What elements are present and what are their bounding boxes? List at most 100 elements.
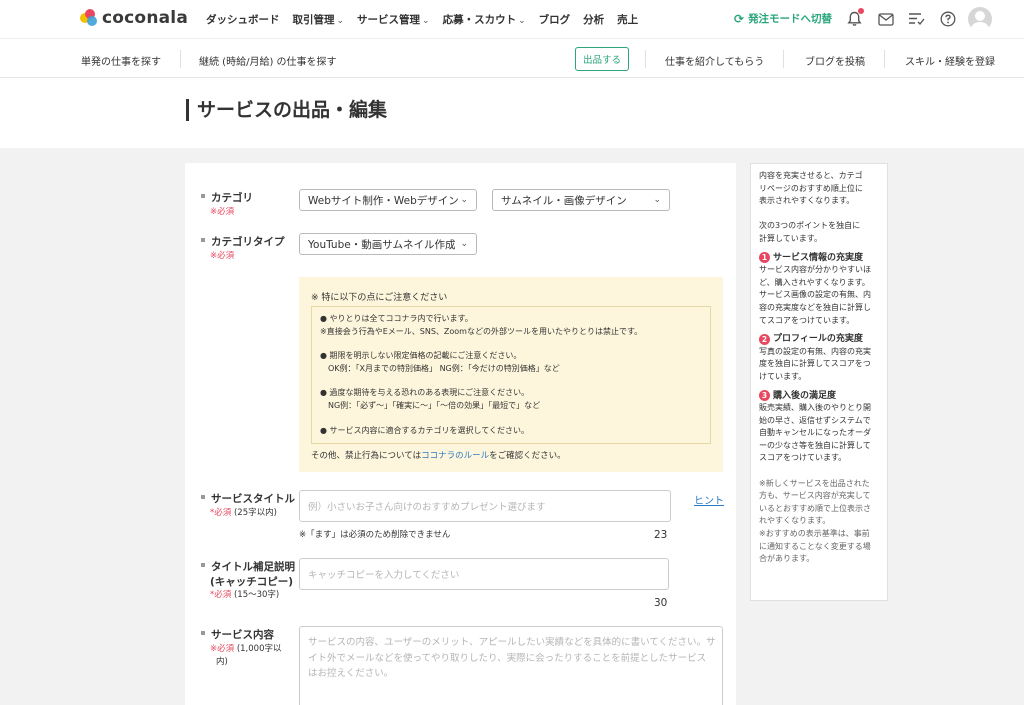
find-continuous-jobs-link[interactable]: 継続 (時給/月給) の仕事を探す — [199, 53, 337, 68]
category-label: カテゴリ — [201, 190, 253, 205]
category-select-main[interactable]: Webサイト制作・Webデザイン ⌄ — [299, 189, 477, 211]
catch-copy-label-sub: (キャッチコピー) — [210, 576, 294, 588]
panel-footnote: いるとおすすめ順で上位表示さ — [759, 503, 871, 513]
ranking-tips-panel: 内容を充実させると、カテゴ リページのおすすめ順上位に 表示されやすくなります。… — [750, 163, 888, 601]
notice-list: ● やりとりは全てココナラ内で行います。 ※直接会う行為やEメール、SNS、Zo… — [311, 306, 711, 444]
panel-footnote: れやすくなります。 — [759, 516, 831, 526]
service-title-label: サービスタイトル — [201, 491, 295, 506]
post-blog-link[interactable]: ブログを投稿 — [805, 53, 865, 68]
length-limit: 内) — [216, 657, 228, 667]
buyer-mode-switch[interactable]: ⟳ 発注モードへ切替 — [734, 11, 832, 26]
panel-footnote: 方も、サービス内容が充実して — [759, 491, 871, 501]
bullet-square-icon — [201, 495, 205, 499]
caution-notice: ※ 特に以下の点にご注意ください ● やりとりは全てココナラ内で行います。 ※直… — [299, 277, 723, 472]
panel-footnote: ※おすすめの表示基準は、事前 — [759, 529, 870, 539]
logo-wordmark: coconala — [102, 8, 188, 28]
category-type-select[interactable]: YouTube・動画サムネイル作成 ⌄ — [299, 233, 477, 255]
notice-item: OK例：「X月までの特別価格」 NG例：「今だけの特別価格」など — [328, 363, 560, 373]
menu-apply-scout[interactable]: 応募・スカウト ⌄ — [443, 12, 526, 27]
placeholder: イト外でメールなどを使ってやり取りしたり、実際に会ったりすることを前提としたサー… — [308, 652, 707, 664]
divider — [783, 50, 784, 68]
required-mark: *必須 (15〜30字) — [210, 590, 280, 600]
mail-icon — [878, 12, 894, 26]
category-select-sub[interactable]: サムネイル・画像デザイン ⌄ — [492, 189, 670, 211]
service-title-input[interactable]: 例）小さいお子さん向けのおすすめプレゼント選びます — [299, 490, 671, 522]
number-badge-icon: 3 — [759, 390, 770, 402]
chevron-down-icon: ⌄ — [653, 195, 661, 205]
selected-value: Webサイト制作・Webデザイン — [308, 194, 459, 207]
menu-transactions[interactable]: 取引管理 ⌄ — [293, 12, 345, 27]
notice-heading: ※ 特に以下の点にご注意ください — [311, 293, 448, 303]
logo-mark-icon — [80, 9, 98, 27]
panel-text: ど、購入されやすくなります。 — [759, 277, 870, 287]
selected-value: サムネイル・画像デザイン — [501, 194, 627, 207]
menu-analytics[interactable]: 分析 — [583, 12, 604, 27]
menu-sales[interactable]: 売上 — [617, 12, 638, 27]
panel-footnote: ※新しくサービスを出品された — [759, 478, 870, 488]
mode-switch-label: 発注モードへ切替 — [748, 13, 833, 25]
find-single-jobs-link[interactable]: 単発の仕事を探す — [81, 53, 161, 68]
messages-button[interactable] — [876, 9, 896, 29]
chevron-down-icon: ⌄ — [460, 239, 468, 249]
menu-dashboard[interactable]: ダッシュボード — [206, 12, 280, 27]
notifications-button[interactable] — [844, 8, 864, 29]
service-content-textarea[interactable]: サービスの内容、ユーザーのメリット、アピールしたい実績などを具体的に書いてくださ… — [299, 626, 723, 705]
publish-button[interactable]: 出品する — [575, 47, 629, 71]
divider — [180, 50, 181, 68]
bullet-square-icon — [201, 631, 205, 635]
placeholder: 例）小さいお子さん向けのおすすめプレゼント選びます — [308, 502, 546, 513]
point-heading: 3 購入後の満足度 — [759, 390, 879, 403]
top-navbar: coconala ダッシュボード 取引管理 ⌄ サービス管理 ⌄ 応募・スカウト ⌄ … — [0, 0, 1024, 38]
service-title-counter: 23 — [654, 529, 668, 541]
required-mark: ※必須 — [210, 251, 235, 261]
sync-icon: ⟳ — [734, 11, 745, 26]
panel-text: リページのおすすめ順上位に — [759, 183, 863, 193]
job-introduction-link[interactable]: 仕事を紹介してもらう — [665, 53, 764, 68]
service-title-note: ※「ます」は必須のため削除できません — [299, 530, 451, 540]
avatar[interactable] — [968, 7, 992, 31]
panel-text: 次の3つのポイントを独自に — [759, 221, 861, 231]
category-type-label: カテゴリタイプ — [201, 234, 285, 249]
number-badge-icon: 2 — [759, 333, 770, 345]
todo-button[interactable] — [906, 9, 926, 29]
register-skills-link[interactable]: スキル・経験を登録 — [905, 53, 995, 68]
required-mark: *必須 (25字以内) — [210, 508, 277, 518]
required-mark: ※必須 — [210, 207, 235, 217]
panel-text: 販売実績、購入後のやりとり開 — [759, 403, 871, 413]
panel-text: 度を独自に計算してスコアをつ — [759, 359, 871, 369]
placeholder: キャッチコピーを入力してください — [308, 570, 460, 581]
required-mark: ※必須 (1,000字以 — [210, 644, 282, 654]
notice-item: ● 過度な期待を与える恐れのある表現にご注意ください。 — [320, 388, 530, 398]
rules-link[interactable]: ココナラのルール — [421, 451, 489, 461]
coconala-logo[interactable]: coconala — [80, 8, 188, 28]
panel-footnote: 合があります。 — [759, 554, 815, 564]
main-menu: ダッシュボード 取引管理 ⌄ サービス管理 ⌄ 応募・スカウト ⌄ ブログ 分析 売上 — [206, 12, 638, 27]
hint-link[interactable]: ヒント — [694, 492, 724, 507]
notification-badge — [858, 8, 864, 14]
chevron-down-icon: ⌄ — [422, 16, 430, 26]
chevron-down-icon: ⌄ — [460, 195, 468, 205]
notice-item: ● やりとりは全てココナラ内で行います。 — [320, 314, 473, 323]
chevron-down-icon: ⌄ — [336, 16, 345, 26]
checklist-icon — [908, 13, 925, 26]
notice-footer: その他、禁止行為についてはココナラのルールをご確認ください。 — [311, 451, 566, 461]
menu-blog[interactable]: ブログ — [539, 12, 571, 27]
bullet-square-icon — [201, 563, 205, 567]
panel-text: 始の早さ、返信せずシステムで — [759, 415, 871, 425]
panel-text: 容の充実度などを独自に計算し — [759, 302, 871, 312]
panel-text: 自動キャンセルになったオーダ — [759, 428, 871, 438]
panel-text: 計算しています。 — [759, 233, 822, 243]
placeholder: はお控えください。 — [308, 668, 394, 679]
notice-item: ● サービス内容に適合するカテゴリを選択してください。 — [320, 425, 530, 435]
panel-text: 内容を充実させると、カテゴ — [759, 171, 863, 180]
panel-text: 写真の設定の有無、内容の充実 — [759, 346, 871, 356]
bullet-square-icon — [201, 194, 205, 198]
help-button[interactable] — [938, 9, 958, 29]
sub-navbar: 単発の仕事を探す 継続 (時給/月給) の仕事を探す 出品する 仕事を紹介しても… — [0, 38, 1024, 78]
service-content-label: サービス内容 — [201, 627, 274, 642]
menu-service-management[interactable]: サービス管理 ⌄ — [357, 12, 430, 27]
panel-footnote: に通知することなく変更する場 — [759, 541, 871, 551]
panel-text: サービス画像の設定の有無、内 — [759, 290, 871, 300]
number-badge-icon: 1 — [759, 252, 770, 264]
catch-copy-input[interactable]: キャッチコピーを入力してください — [299, 558, 669, 590]
